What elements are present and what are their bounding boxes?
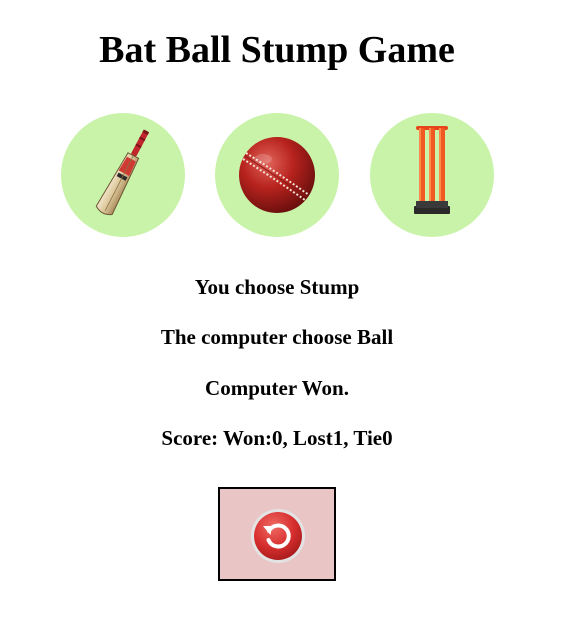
user-choice-text: You choose Stump: [194, 275, 360, 299]
cricket-ball-icon: [239, 137, 315, 213]
bat-button[interactable]: [61, 113, 185, 237]
cricket-bat-icon: [95, 129, 150, 216]
choice-buttons: [0, 113, 564, 238]
ball-button[interactable]: [215, 113, 339, 237]
reset-button[interactable]: [218, 487, 336, 581]
score-text: Score: Won:0, Lost1, Tie0: [161, 426, 393, 450]
stump-button[interactable]: [370, 113, 494, 237]
computer-choice-text: The computer choose Ball: [160, 325, 394, 349]
page-title: Bat Ball Stump Game: [99, 29, 455, 71]
reset-icon: [251, 509, 305, 563]
result-text: Computer Won.: [205, 376, 349, 400]
cricket-stumps-icon: [414, 126, 450, 214]
